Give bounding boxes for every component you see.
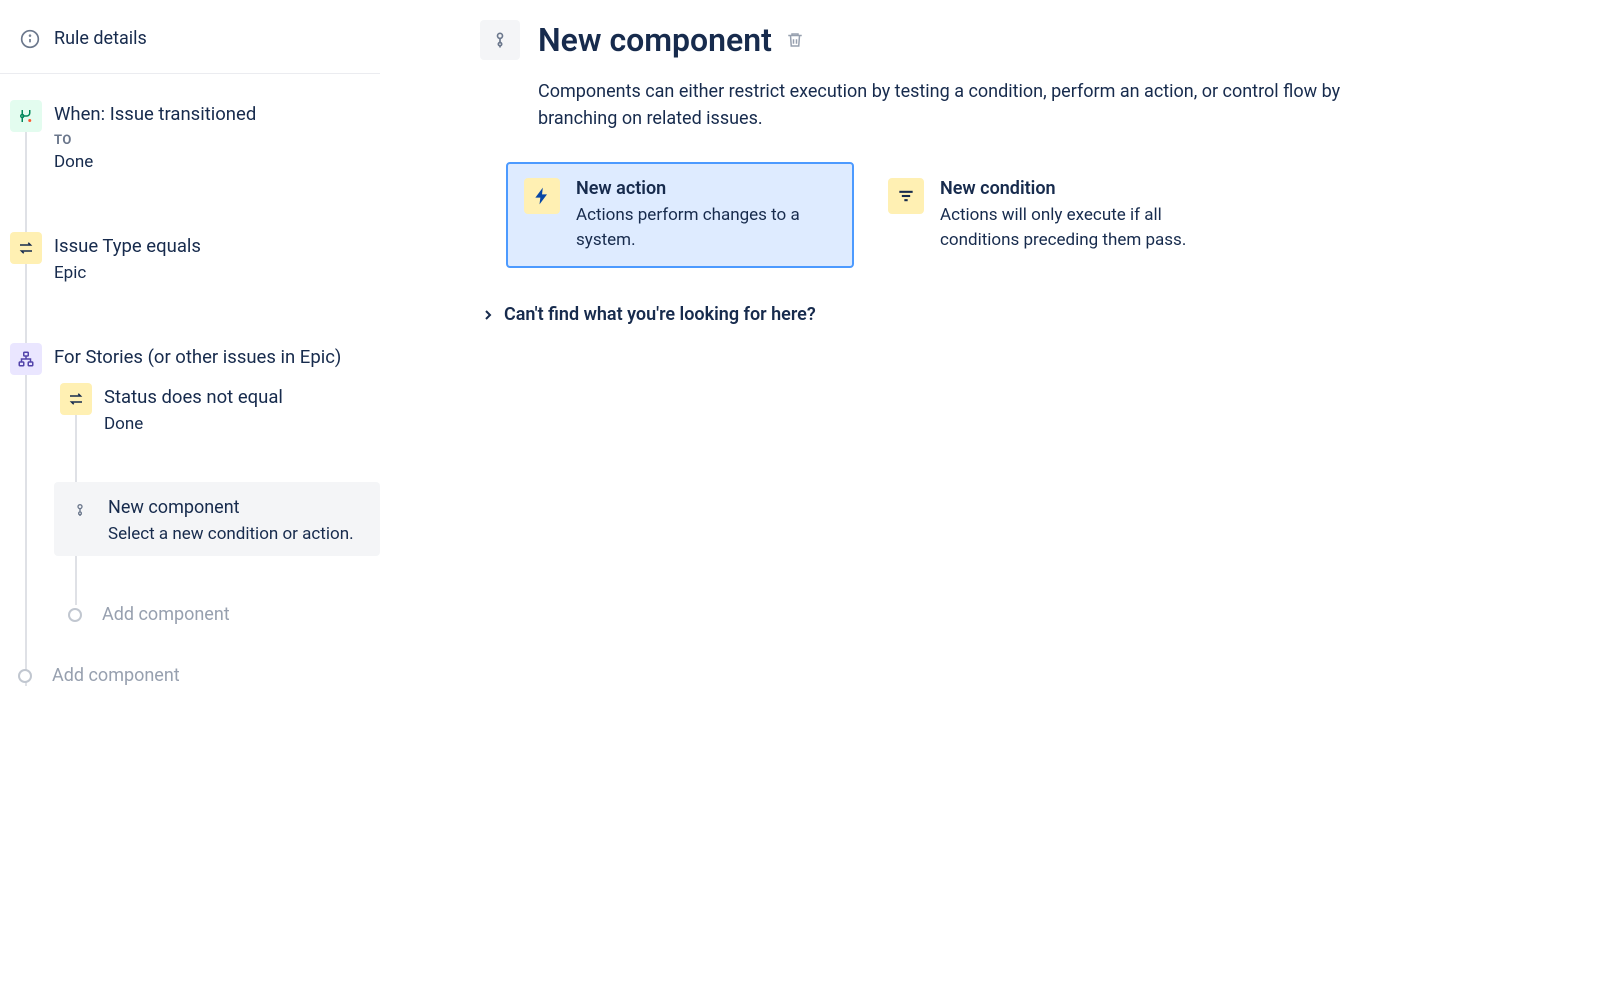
card-condition-title: New condition (940, 178, 1200, 199)
add-component-branch[interactable]: Add component (60, 604, 380, 625)
help-link-label: Can't find what you're looking for here? (504, 304, 816, 325)
main-panel: New component Components can either rest… (380, 0, 1600, 1001)
card-condition-desc: Actions will only execute if all conditi… (940, 203, 1200, 252)
page-title: New component (538, 21, 772, 59)
condition-icon (60, 383, 92, 415)
branch-node[interactable]: For Stories (or other issues in Epic) (10, 343, 380, 375)
trigger-title: When: Issue transitioned (54, 102, 256, 127)
rule-details-label: Rule details (54, 28, 147, 49)
branch-condition-title: Status does not equal (104, 385, 283, 410)
delete-button[interactable] (786, 31, 804, 49)
condition-node-issuetype[interactable]: Issue Type equals Epic (10, 232, 380, 283)
component-icon (480, 20, 520, 60)
trash-icon (786, 31, 804, 49)
condition-value: Epic (54, 263, 201, 283)
new-component-node[interactable]: New component Select a new condition or … (54, 482, 380, 556)
branch-condition-node[interactable]: Status does not equal Done (60, 383, 380, 434)
branch-icon (10, 343, 42, 375)
main-header: New component (480, 20, 1560, 60)
rule-sidebar: Rule details When: Issue transitioned TO… (0, 0, 380, 1001)
trigger-node[interactable]: When: Issue transitioned TO Done (10, 100, 380, 172)
filter-icon (888, 178, 924, 214)
rule-details-button[interactable]: Rule details (0, 28, 380, 74)
new-component-title: New component (108, 496, 354, 520)
card-new-condition[interactable]: New condition Actions will only execute … (870, 162, 1218, 268)
condition-icon (10, 232, 42, 264)
branch-condition-value: Done (104, 414, 283, 434)
card-action-desc: Actions perform changes to a system. (576, 203, 836, 252)
add-component-label: Add component (102, 604, 230, 625)
add-circle-icon (18, 669, 32, 683)
branch-title: For Stories (or other issues in Epic) (54, 345, 341, 370)
component-type-cards: New action Actions perform changes to a … (506, 162, 1560, 268)
trigger-sub-label: TO (54, 133, 256, 148)
trigger-value: Done (54, 152, 256, 172)
chevron-right-icon (480, 307, 496, 323)
rule-timeline: When: Issue transitioned TO Done Issue T… (0, 100, 380, 686)
add-circle-icon (68, 608, 82, 622)
bolt-icon (524, 178, 560, 214)
info-icon (20, 29, 40, 49)
component-icon (64, 494, 96, 526)
new-component-subtitle: Select a new condition or action. (108, 524, 354, 544)
card-new-action[interactable]: New action Actions perform changes to a … (506, 162, 854, 268)
add-component-outer-label: Add component (52, 665, 180, 686)
card-action-title: New action (576, 178, 836, 199)
condition-title: Issue Type equals (54, 234, 201, 259)
trigger-icon (10, 100, 42, 132)
add-component-outer[interactable]: Add component (10, 665, 380, 686)
main-description: Components can either restrict execution… (538, 78, 1358, 132)
branch-children: Status does not equal Done New component… (50, 383, 380, 625)
help-link[interactable]: Can't find what you're looking for here? (480, 304, 1560, 325)
